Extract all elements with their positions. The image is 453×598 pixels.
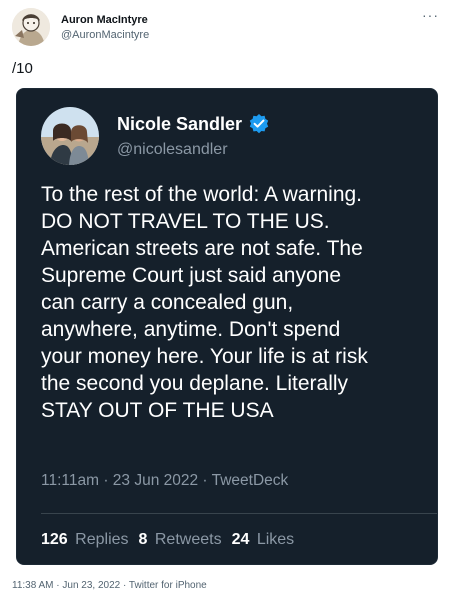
retweets-label: Retweets xyxy=(154,531,222,548)
embedded-tweet-text: To the rest of the world: A warning. DO … xyxy=(41,181,435,424)
embedded-text-line: can carry a concealed gun, xyxy=(41,291,294,314)
embedded-stats: 126 Replies 8 Retweets 24 Likes xyxy=(41,531,304,549)
author-handle[interactable]: @AuronMacintyre xyxy=(61,28,149,42)
embedded-text-line: American streets are not safe. The xyxy=(41,237,363,260)
replies-label: Replies xyxy=(75,531,129,548)
embedded-text-line: your money here. Your life is at risk xyxy=(41,345,368,368)
embedded-author-name: Nicole Sandler xyxy=(117,113,243,134)
embedded-text-line: DO NOT TRAVEL TO THE US. xyxy=(41,210,330,233)
tweet-text: /10 xyxy=(12,60,33,77)
tweet-timestamp[interactable]: 11:38 AM · Jun 23, 2022 · Twitter for iP… xyxy=(12,580,207,591)
likes-stat: 24 Likes xyxy=(232,531,295,549)
embedded-author: Nicole Sandler @nicolesandler xyxy=(41,107,270,165)
replies-count: 126 xyxy=(41,531,68,548)
author-name[interactable]: Auron MacIntyre xyxy=(61,13,149,27)
retweets-stat: 8 Retweets xyxy=(139,531,222,549)
retweets-count: 8 xyxy=(138,531,148,548)
embedded-avatar xyxy=(41,107,99,165)
embedded-text-line: To the rest of the world: A warning. xyxy=(41,183,363,206)
more-horizontal-icon[interactable]: ··· xyxy=(422,8,439,22)
likes-label: Likes xyxy=(256,531,295,548)
tweet-author[interactable]: Auron MacIntyre @AuronMacintyre xyxy=(12,8,149,46)
embedded-text-line: anywhere, anytime. Don't spend xyxy=(41,318,341,341)
embedded-timestamp: 11:11am · 23 Jun 2022 · TweetDeck xyxy=(41,472,289,489)
embedded-author-handle: @nicolesandler xyxy=(117,141,228,158)
embedded-text-line: the second you deplane. Literally xyxy=(41,372,349,395)
divider xyxy=(41,513,437,514)
embedded-text-line: STAY OUT OF THE USA xyxy=(41,399,274,422)
embedded-text-line: Supreme Court just said anyone xyxy=(41,264,341,287)
replies-stat: 126 Replies xyxy=(41,531,129,549)
likes-count: 24 xyxy=(231,531,250,548)
verified-badge-icon xyxy=(248,113,270,135)
embedded-tweet-image[interactable]: Nicole Sandler @nicolesandler To the res… xyxy=(16,88,438,565)
author-avatar[interactable] xyxy=(12,8,50,46)
